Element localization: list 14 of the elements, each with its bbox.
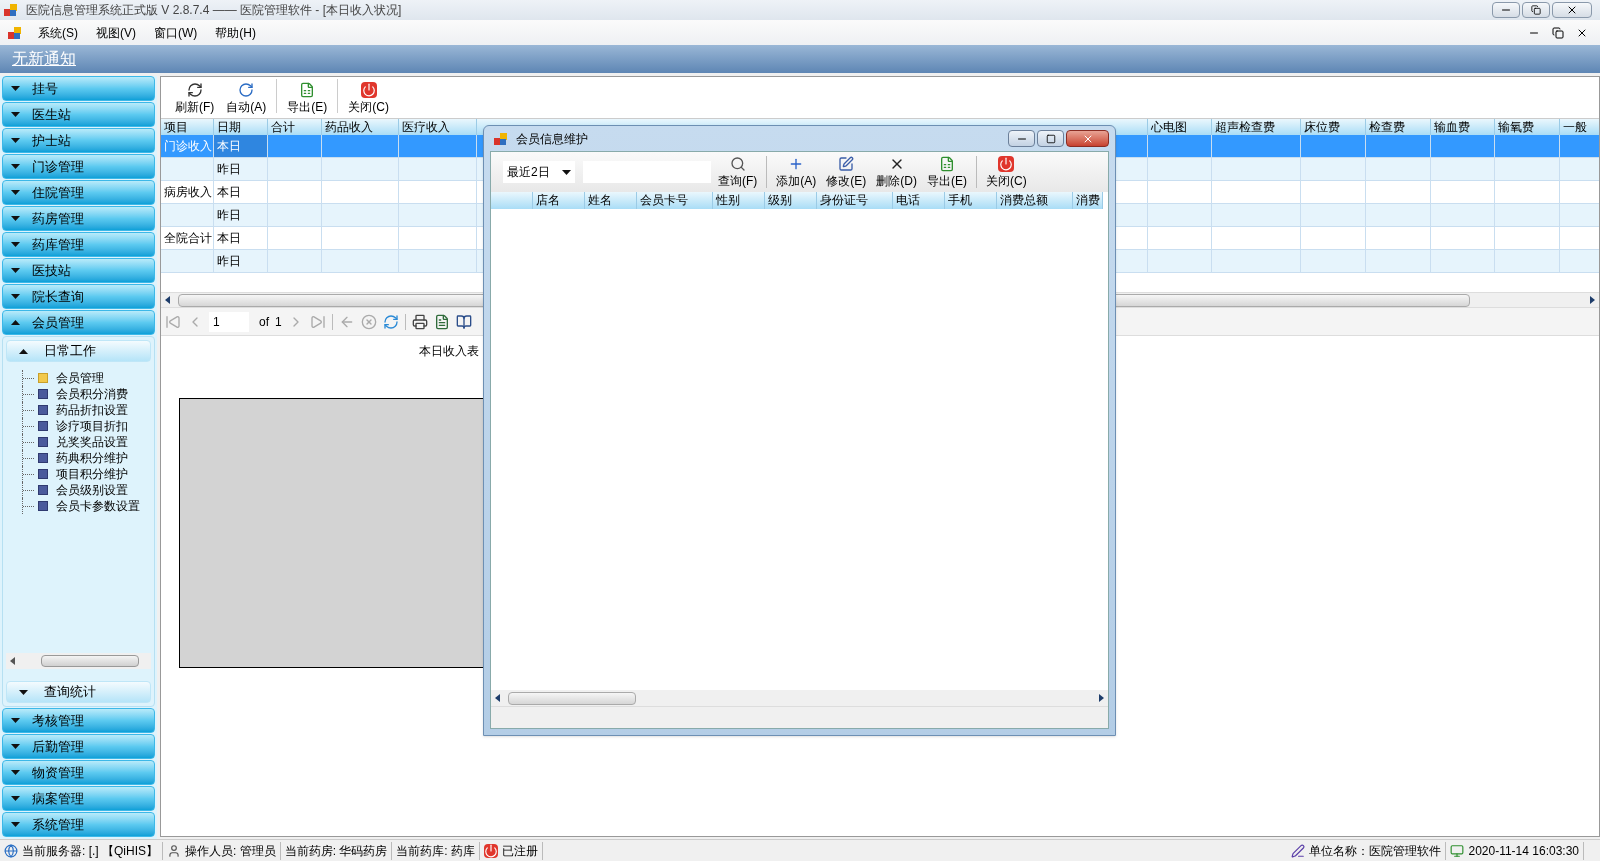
dialog-title: 会员信息维护 xyxy=(516,130,588,148)
status-text: 当前药库: 药库 xyxy=(396,842,476,860)
report-title: 本日收入表 xyxy=(419,343,479,360)
status-text: 单位名称：医院管理软件 xyxy=(1309,842,1442,860)
page-total: 1 xyxy=(275,313,282,331)
table-cell: 本日 xyxy=(214,135,268,158)
page-of-label: of xyxy=(259,313,269,331)
status-text: 当前药房: 华码药房 xyxy=(284,842,388,860)
table-cell: 昨日 xyxy=(214,250,268,273)
status-text: 当前服务器: [.] 【QiHIS】 xyxy=(22,842,158,860)
status-text: 2020-11-14 16:03:30 xyxy=(1468,842,1579,860)
status-text: 已注册 xyxy=(502,842,539,860)
window-title: 医院信息管理系统正式版 V 2.8.7.4 —— 医院管理软件 - [本日收入状况] xyxy=(26,2,402,19)
status-text: 操作人员: 管理员 xyxy=(185,842,276,860)
